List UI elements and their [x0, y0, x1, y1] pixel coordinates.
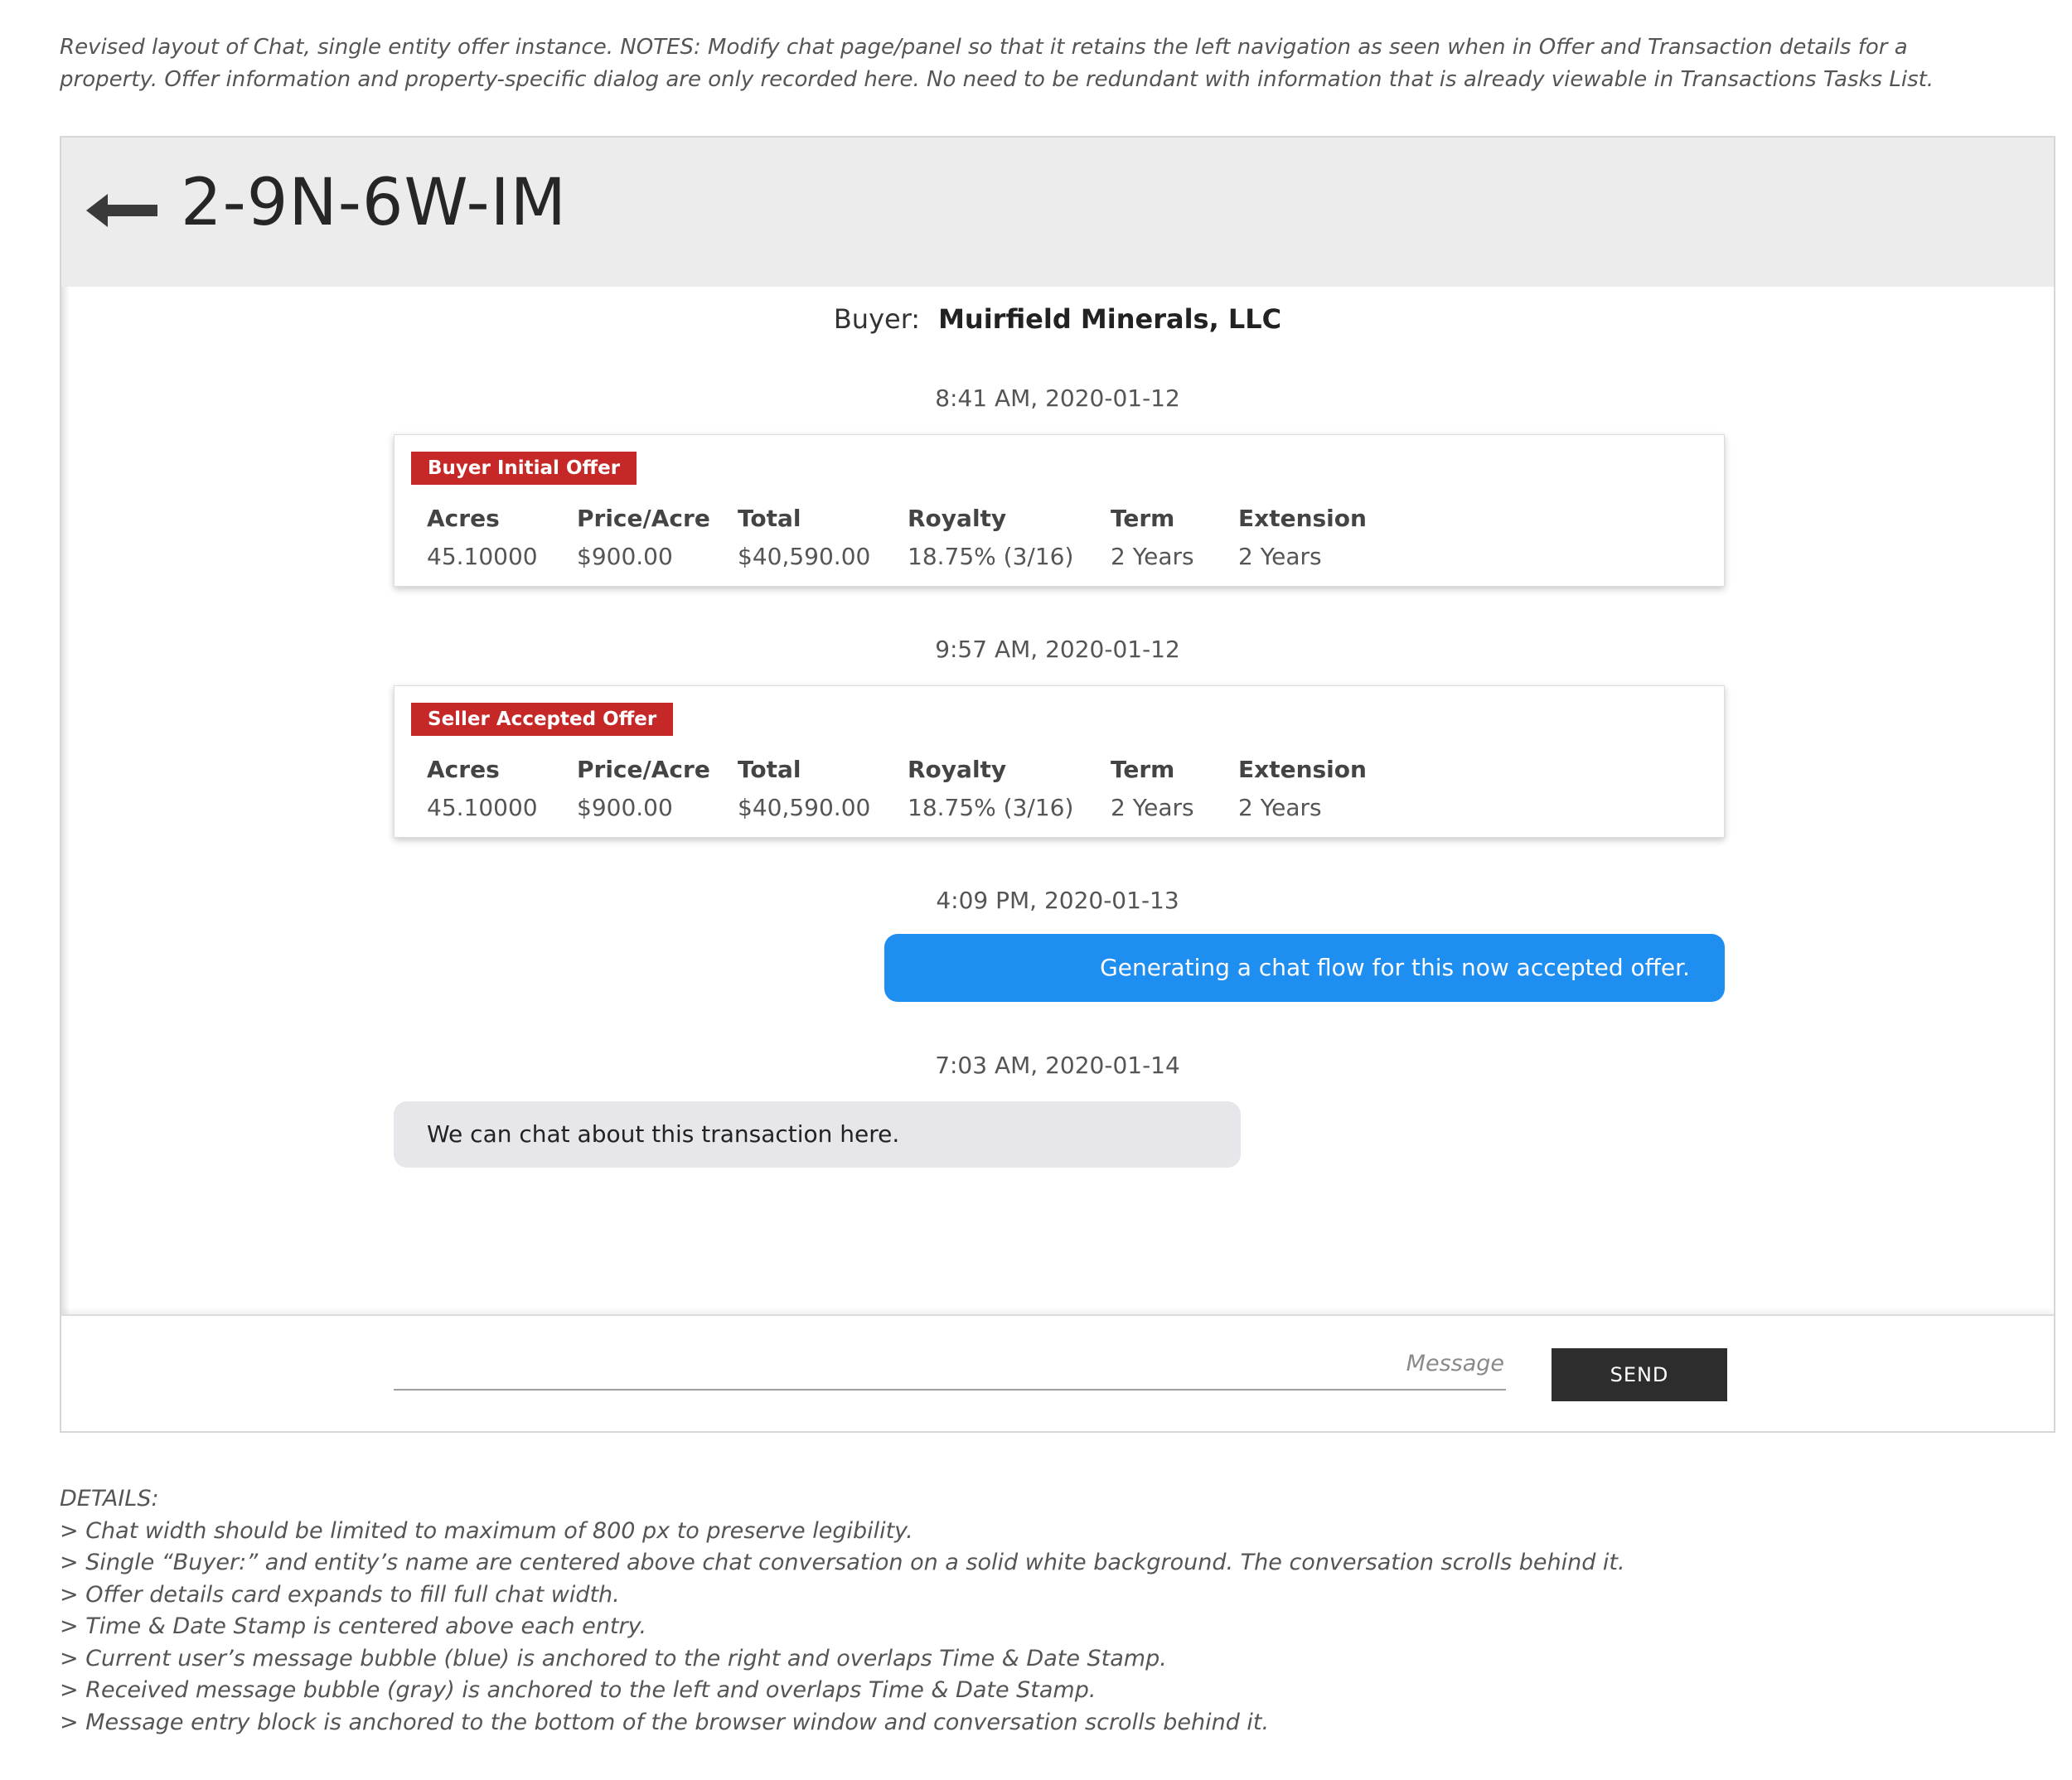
buyer-heading: Buyer: Muirfield Minerals, LLC: [61, 303, 2054, 335]
col-value: 2 Years: [1111, 543, 1194, 570]
col-header: Total: [738, 505, 801, 532]
details-title: DETAILS:: [60, 1486, 159, 1512]
details-line: > Single “Buyer:” and entity’s name are …: [60, 1550, 1625, 1575]
chat-panel: 2-9N-6W-IM Buyer: Muirfield Minerals, LLC…: [60, 136, 2055, 1433]
details-notes: DETAILS: > Chat width should be limited …: [60, 1483, 1991, 1739]
col-header: Term: [1111, 505, 1175, 532]
offer-col-extension: Extension 2 Years: [1238, 751, 1367, 827]
left-arrow-icon[interactable]: [86, 186, 157, 235]
message-entry-block: SEND: [61, 1314, 2054, 1431]
send-button[interactable]: SEND: [1552, 1348, 1727, 1401]
buyer-name: Muirfield Minerals, LLC: [938, 303, 1282, 335]
status-badge: Seller Accepted Offer: [411, 703, 674, 736]
left-edge-shadow: [61, 287, 70, 1431]
offer-col-term: Term 2 Years: [1111, 751, 1194, 827]
col-header: Acres: [427, 756, 500, 783]
col-value: 2 Years: [1111, 794, 1194, 821]
offer-card-seller-accepted: Seller Accepted Offer Acres 45.10000 Pri…: [394, 685, 1725, 838]
property-title: 2-9N-6W-IM: [181, 166, 567, 240]
offer-col-royalty: Royalty 18.75% (3/16): [908, 500, 1073, 576]
offer-col-price-acre: Price/Acre $900.00: [577, 500, 710, 576]
offer-col-acres: Acres 45.10000: [427, 500, 538, 576]
details-line: > Time & Date Stamp is centered above ea…: [60, 1613, 647, 1639]
col-value: 45.10000: [427, 794, 538, 821]
col-value: 45.10000: [427, 543, 538, 570]
offer-col-term: Term 2 Years: [1111, 500, 1194, 576]
col-header: Price/Acre: [577, 505, 710, 532]
offer-col-total: Total $40,590.00: [738, 751, 870, 827]
col-header: Acres: [427, 505, 500, 532]
col-value: 18.75% (3/16): [908, 543, 1074, 570]
top-note: Revised layout of Chat, single entity of…: [60, 35, 1934, 92]
details-line: > Current user’s message bubble (blue) i…: [60, 1645, 1167, 1671]
offer-card-buyer-initial: Buyer Initial Offer Acres 45.10000 Price…: [394, 434, 1725, 587]
col-value: $900.00: [577, 543, 673, 570]
chat-header: 2-9N-6W-IM: [61, 138, 2054, 287]
col-value: 2 Years: [1238, 794, 1322, 821]
col-header: Royalty: [908, 756, 1007, 783]
buyer-label: Buyer:: [833, 303, 921, 335]
col-header: Extension: [1238, 756, 1367, 783]
col-header: Extension: [1238, 505, 1367, 532]
col-value: 18.75% (3/16): [908, 794, 1074, 821]
received-message-bubble: We can chat about this transaction here.: [394, 1101, 1241, 1168]
col-header: Price/Acre: [577, 756, 710, 783]
details-line: > Received message bubble (gray) is anch…: [60, 1677, 1097, 1703]
offer-col-total: Total $40,590.00: [738, 500, 870, 576]
offer-col-price-acre: Price/Acre $900.00: [577, 751, 710, 827]
col-header: Term: [1111, 756, 1175, 783]
offer-col-extension: Extension 2 Years: [1238, 500, 1367, 576]
col-value: 2 Years: [1238, 543, 1322, 570]
details-line: > Message entry block is anchored to the…: [60, 1709, 1270, 1735]
col-value: $40,590.00: [738, 794, 871, 821]
details-line: > Offer details card expands to fill ful…: [60, 1581, 620, 1608]
timestamp: 4:09 PM, 2020-01-13: [936, 887, 1179, 914]
timestamp: 8:41 AM, 2020-01-12: [935, 385, 1180, 412]
details-line: > Chat width should be limited to maximu…: [60, 1517, 913, 1544]
timestamp: 7:03 AM, 2020-01-14: [935, 1052, 1180, 1079]
status-badge: Buyer Initial Offer: [411, 452, 637, 485]
col-header: Total: [738, 756, 801, 783]
timestamp: 9:57 AM, 2020-01-12: [935, 636, 1180, 663]
sent-message-bubble: Generating a chat flow for this now acce…: [884, 934, 1725, 1002]
offer-col-royalty: Royalty 18.75% (3/16): [908, 751, 1073, 827]
col-value: $900.00: [577, 794, 673, 821]
col-header: Royalty: [908, 505, 1007, 532]
offer-col-acres: Acres 45.10000: [427, 751, 538, 827]
col-value: $40,590.00: [738, 543, 871, 570]
message-input[interactable]: [394, 1337, 1506, 1391]
